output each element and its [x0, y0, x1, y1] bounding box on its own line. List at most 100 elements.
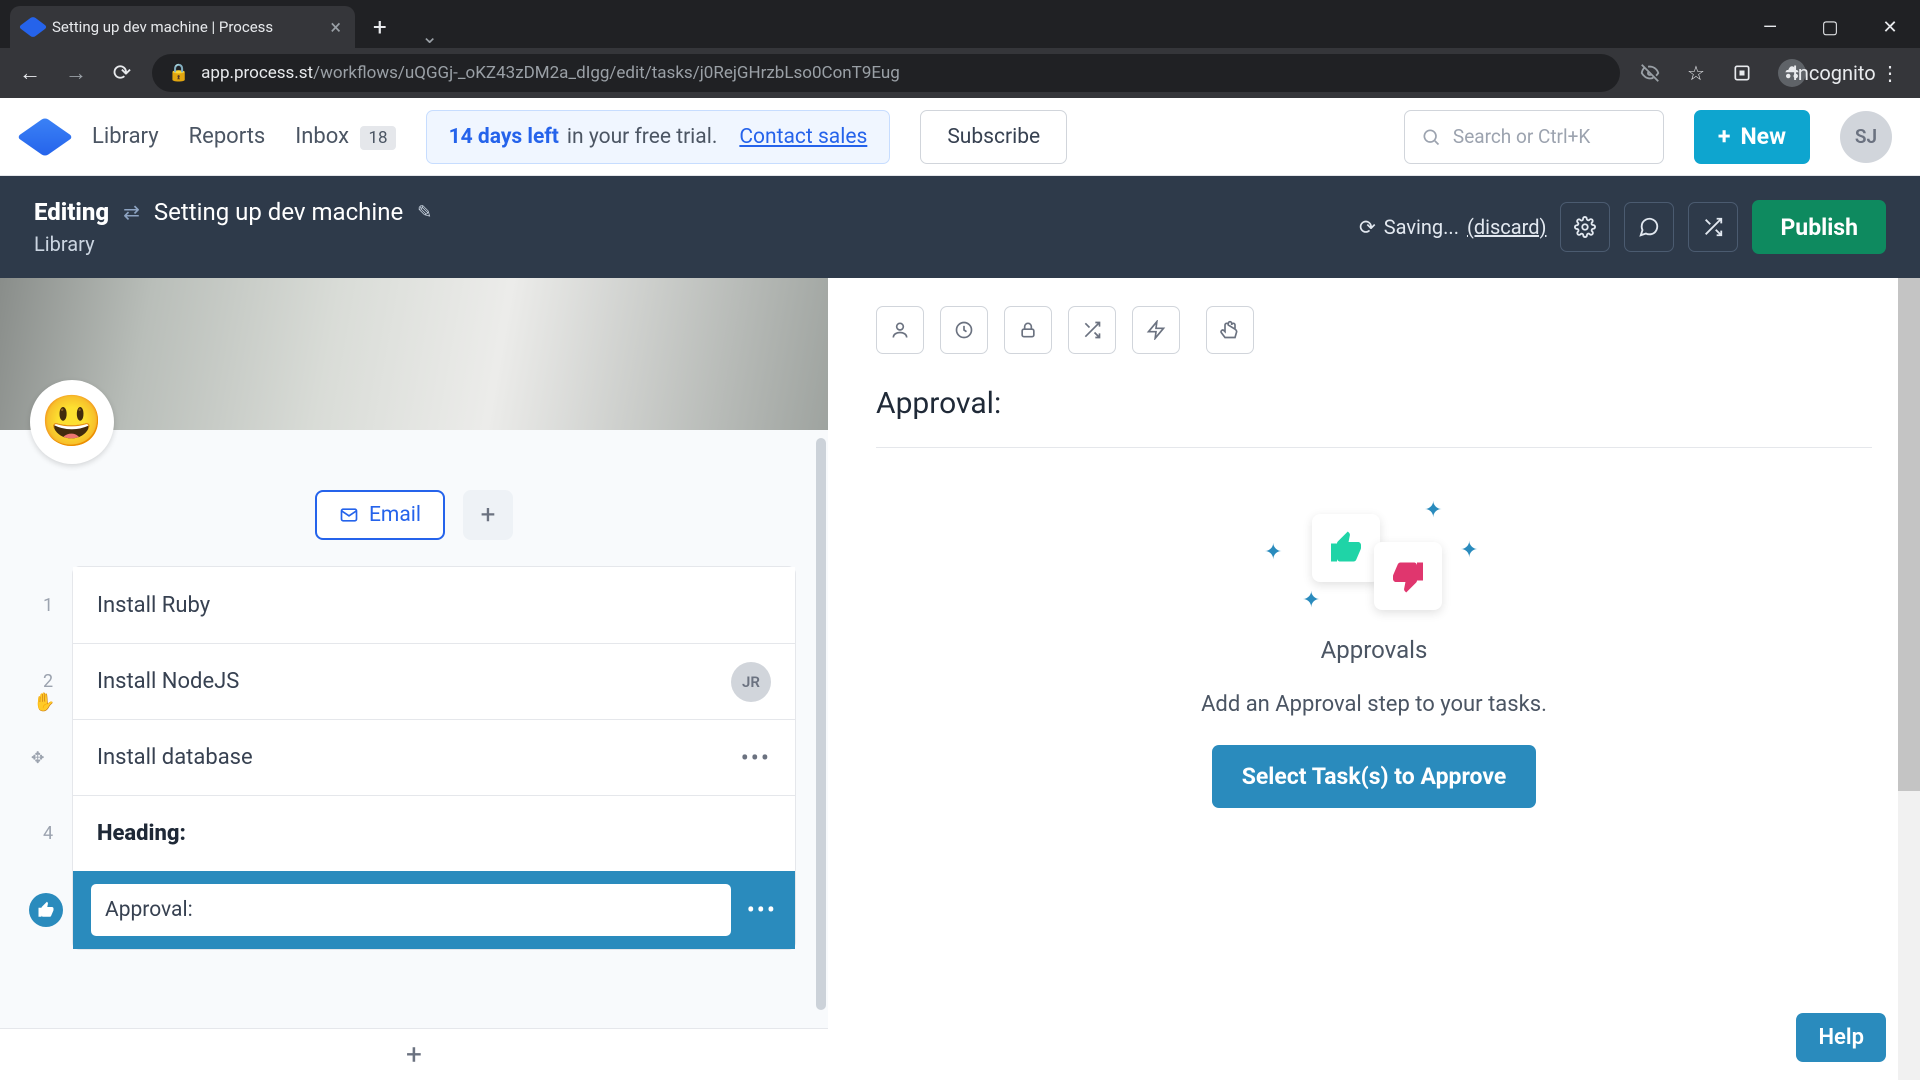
incognito-indicator[interactable]: Incognito [1768, 53, 1864, 93]
task-row[interactable]: 2 ✋ Install NodeJS JR [73, 643, 795, 719]
thumb-up-icon [29, 893, 63, 927]
subscribe-button[interactable]: Subscribe [920, 110, 1067, 164]
sparkle-icon: ✦ [1302, 588, 1320, 613]
search-input[interactable]: Search or Ctrl+K [1404, 110, 1664, 164]
browser-toolbar: ← → ⟳ 🔒 app.process.st/workflows/uQGGj-_… [0, 48, 1920, 98]
rename-icon[interactable]: ✎ [417, 202, 432, 223]
forward-icon[interactable]: → [56, 53, 96, 93]
address-bar[interactable]: 🔒 app.process.st/workflows/uQGGj-_oKZ43z… [152, 54, 1620, 92]
tabs-overflow-icon[interactable]: ⌄ [405, 24, 455, 48]
task-title: Install NodeJS [97, 669, 239, 694]
permissions-button[interactable] [1004, 306, 1052, 354]
help-button[interactable]: Help [1796, 1013, 1886, 1062]
task-heading[interactable]: Approval: [876, 378, 1872, 448]
nav-reports[interactable]: Reports [189, 124, 266, 149]
search-placeholder: Search or Ctrl+K [1453, 125, 1590, 148]
assign-button[interactable] [876, 306, 924, 354]
workflow-name: Setting up dev machine [154, 198, 403, 226]
editing-bar: Editing ⇄ Setting up dev machine ✎ Libra… [0, 176, 1920, 278]
approval-empty-state: ✦ ✦ ✦ ✦ Approvals Add an Approval step t… [876, 472, 1872, 1052]
task-row[interactable]: 1 Install Ruby [73, 567, 795, 643]
tab-close-icon[interactable]: × [330, 15, 341, 39]
task-row[interactable]: ✥ Install database ••• [73, 719, 795, 795]
nav-library[interactable]: Library [92, 124, 159, 149]
thumb-down-icon [1374, 542, 1442, 610]
nav-inbox[interactable]: Inbox 18 [295, 124, 395, 149]
email-button[interactable]: Email [315, 490, 445, 540]
add-task-button[interactable]: + [0, 1028, 828, 1080]
conditional-logic-button[interactable] [1068, 306, 1116, 354]
automations-button[interactable] [1132, 306, 1180, 354]
drag-handle-icon[interactable]: ✥ [31, 748, 44, 767]
settings-button[interactable] [1560, 202, 1610, 252]
task-list-toolbar: Email + [0, 430, 828, 566]
approval-task-row[interactable]: ••• [73, 871, 795, 949]
stop-task-button[interactable] [1206, 306, 1254, 354]
scrollbar-thumb[interactable] [1898, 278, 1920, 791]
close-window-icon[interactable]: ✕ [1860, 6, 1920, 48]
contact-sales-link[interactable]: Contact sales [739, 125, 867, 149]
back-icon[interactable]: ← [10, 53, 50, 93]
task-more-icon[interactable]: ••• [741, 744, 771, 772]
approvals-subtitle: Add an Approval step to your tasks. [1201, 692, 1547, 717]
extensions-icon[interactable] [1722, 53, 1762, 93]
breadcrumb[interactable]: Library [34, 232, 432, 256]
sync-icon: ⟳ [1359, 215, 1376, 239]
reload-icon[interactable]: ⟳ [102, 53, 142, 93]
nav-inbox-label: Inbox [295, 124, 349, 149]
task-number: 1 [33, 595, 63, 616]
user-avatar[interactable]: SJ [1840, 111, 1892, 163]
page-scrollbar[interactable] [1898, 278, 1920, 1080]
assignee-avatar[interactable]: JR [731, 662, 771, 702]
minimize-icon[interactable]: ― [1740, 6, 1800, 48]
bookmark-star-icon[interactable]: ☆ [1676, 53, 1716, 93]
trial-days: 14 days left [449, 125, 559, 149]
tab-title: Setting up dev machine | Process [52, 18, 320, 36]
window-controls: ― ▢ ✕ [1740, 6, 1920, 48]
trial-banner: 14 days left in your free trial. Contact… [426, 110, 891, 164]
url-text: app.process.st/workflows/uQGGj-_oKZ43zDM… [201, 63, 900, 83]
trial-rest: in your free trial. [567, 125, 717, 149]
saving-label: Saving... [1384, 215, 1459, 239]
plus-icon: + [1718, 123, 1731, 150]
sparkle-icon: ✦ [1460, 538, 1478, 563]
task-tool-row [876, 306, 1872, 354]
browser-tab-bar: Setting up dev machine | Process × + ⌄ ―… [0, 0, 1920, 48]
new-button-label: New [1740, 123, 1786, 150]
discard-link[interactable]: (discard) [1467, 215, 1547, 239]
task-title: Heading: [97, 821, 186, 846]
scrollbar[interactable] [816, 438, 826, 1010]
maximize-icon[interactable]: ▢ [1800, 6, 1860, 48]
sparkle-icon: ✦ [1424, 498, 1442, 523]
add-task-type-button[interactable]: + [463, 490, 513, 540]
task-more-icon[interactable]: ••• [747, 896, 777, 924]
main-content: 😃 Email + 1 Install Ruby 2 ✋ [0, 278, 1920, 1080]
browser-tab[interactable]: Setting up dev machine | Process × [10, 6, 355, 48]
comments-button[interactable] [1624, 202, 1674, 252]
stop-icon: ✋ [33, 692, 55, 713]
inbox-count-badge: 18 [360, 126, 395, 150]
task-title: Install Ruby [97, 593, 210, 618]
new-button[interactable]: + New [1694, 110, 1810, 164]
task-title: Install database [97, 745, 253, 770]
publish-button[interactable]: Publish [1752, 200, 1886, 254]
task-list-pane: 😃 Email + 1 Install Ruby 2 ✋ [0, 278, 828, 1080]
eye-off-icon[interactable] [1630, 53, 1670, 93]
task-row[interactable]: 4 Heading: [73, 795, 795, 871]
shuffle-button[interactable] [1688, 202, 1738, 252]
approval-title-input[interactable] [91, 884, 731, 936]
due-date-button[interactable] [940, 306, 988, 354]
search-icon [1421, 127, 1441, 147]
incognito-label: Incognito [1814, 53, 1854, 93]
saving-status: ⟳ Saving... (discard) [1359, 215, 1547, 239]
new-tab-button[interactable]: + [355, 6, 405, 48]
select-tasks-to-approve-button[interactable]: Select Task(s) to Approve [1212, 745, 1537, 808]
task-number: 2 [33, 671, 63, 692]
app-logo-icon[interactable] [17, 117, 74, 157]
cover-image[interactable]: 😃 [0, 278, 828, 430]
task-detail-pane: Approval: ✦ ✦ ✦ ✦ Approvals Add an Appro… [828, 278, 1920, 1080]
kebab-menu-icon[interactable]: ⋮ [1870, 53, 1910, 93]
task-list: 1 Install Ruby 2 ✋ Install NodeJS JR ✥ I… [0, 566, 828, 1028]
lock-icon: 🔒 [168, 63, 189, 83]
favicon-icon [18, 16, 47, 38]
